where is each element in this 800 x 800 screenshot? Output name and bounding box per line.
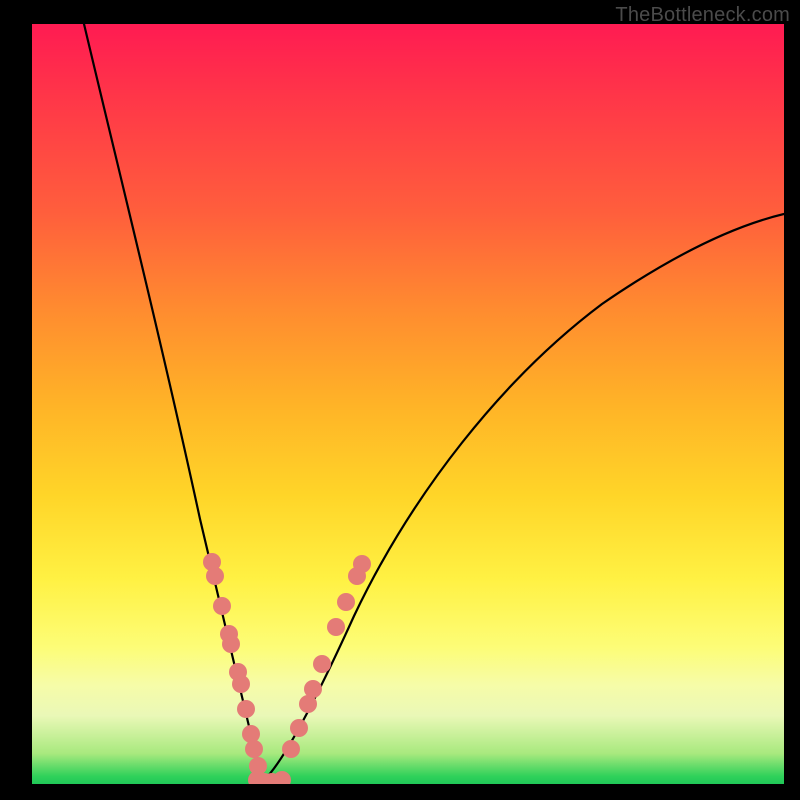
plot-area (32, 24, 784, 784)
data-dot (353, 555, 371, 573)
data-dot (242, 725, 260, 743)
data-dot (232, 675, 250, 693)
right-curve (263, 214, 784, 781)
data-dot (206, 567, 224, 585)
data-dot (213, 597, 231, 615)
data-dot (237, 700, 255, 718)
data-dot (290, 719, 308, 737)
data-dot (337, 593, 355, 611)
data-dot (327, 618, 345, 636)
data-dot (245, 740, 263, 758)
chart-svg (32, 24, 784, 784)
data-dot (282, 740, 300, 758)
chart-frame: TheBottleneck.com (0, 0, 800, 800)
watermark-text: TheBottleneck.com (615, 4, 790, 27)
data-dot (313, 655, 331, 673)
data-dot (222, 635, 240, 653)
data-dot (304, 680, 322, 698)
data-dot (273, 771, 291, 784)
